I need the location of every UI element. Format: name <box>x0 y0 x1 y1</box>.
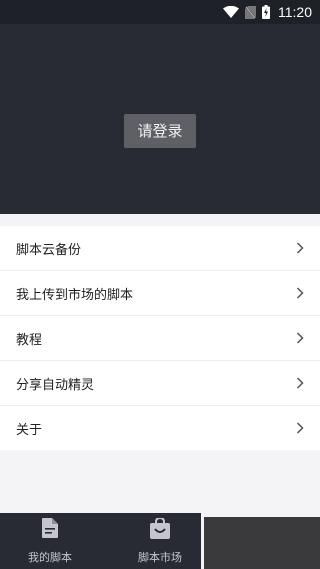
menu-item-label: 教程 <box>16 332 43 348</box>
tab-script-market[interactable]: 脚本市场 <box>110 513 210 569</box>
menu-item-about[interactable]: 关于 <box>0 406 320 450</box>
chevron-right-icon <box>296 377 304 389</box>
menu-item-label: 脚本云备份 <box>16 242 82 258</box>
tab-label: 我的脚本 <box>28 551 72 564</box>
profile-header: 请登录 <box>0 24 320 214</box>
menu-item-label: 我上传到市场的脚本 <box>16 287 134 303</box>
document-icon <box>42 518 58 538</box>
menu-item-share[interactable]: 分享自动精灵 <box>0 361 320 406</box>
status-bar: 11:20 <box>0 0 320 24</box>
chevron-right-icon <box>296 287 304 299</box>
login-button[interactable]: 请登录 <box>124 114 196 148</box>
menu-item-my-uploads[interactable]: 我上传到市场的脚本 <box>0 271 320 316</box>
chevron-right-icon <box>296 332 304 344</box>
menu-item-label: 分享自动精灵 <box>16 377 95 393</box>
no-sim-icon <box>245 5 256 19</box>
battery-charging-icon <box>262 5 270 19</box>
menu-item-cloud-backup[interactable]: 脚本云备份 <box>0 226 320 271</box>
shopping-bag-icon <box>150 518 170 539</box>
chevron-right-icon <box>296 422 304 434</box>
tab-my-scripts[interactable]: 我的脚本 <box>0 513 100 569</box>
menu-item-label: 关于 <box>16 422 43 438</box>
status-time: 11:20 <box>278 4 312 20</box>
status-icons: 11:20 <box>223 0 312 24</box>
menu-item-tutorial[interactable]: 教程 <box>0 316 320 361</box>
tab-label: 脚本市场 <box>138 551 182 564</box>
bottom-tab-bar: 我的脚本 脚本市场 <box>0 513 201 569</box>
settings-menu: 脚本云备份 我上传到市场的脚本 教程 分享自动精灵 关于 <box>0 226 320 450</box>
chevron-right-icon <box>296 242 304 254</box>
overlay-block <box>204 517 320 569</box>
wifi-icon <box>223 6 239 18</box>
